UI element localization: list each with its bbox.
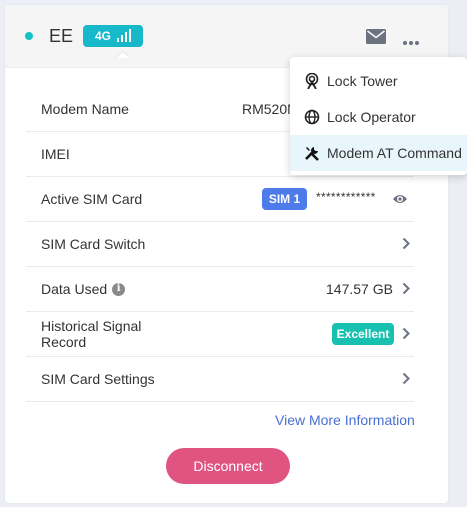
modem-name-label: Modem Name (41, 101, 129, 117)
menu-item-lock-operator[interactable]: Lock Operator (290, 99, 467, 135)
menu-item-label: Lock Operator (327, 109, 416, 125)
network-type-label: 4G (94, 29, 111, 43)
view-more-link[interactable]: View More Information (275, 412, 415, 428)
modem-name-value: RM520N (242, 101, 298, 117)
tower-icon (304, 72, 320, 90)
connection-status-dot (25, 32, 33, 40)
data-used-value: 147.57 GB (326, 281, 393, 297)
message-icon[interactable] (366, 29, 386, 49)
operator-name: EE (49, 26, 74, 46)
row-signal-record[interactable]: Historical Signal Record Excellent (26, 312, 414, 357)
signal-record-label: Historical Signal Record (41, 318, 142, 350)
masked-number: ************ (316, 190, 376, 204)
more-options-icon[interactable] (402, 33, 420, 51)
dropdown-arrow (117, 52, 129, 58)
data-used-label: Data Used i (41, 267, 126, 311)
sim-switch-label: SIM Card Switch (41, 236, 146, 252)
chevron-right-icon (402, 237, 410, 255)
row-active-sim: Active SIM Card SIM 1 ************ (26, 177, 414, 222)
globe-icon (304, 109, 320, 125)
more-options-menu: Lock Tower Lock Operator Modem AT Comman… (290, 57, 467, 175)
active-sim-label: Active SIM Card (41, 191, 143, 207)
sim-badge: SIM 1 (262, 188, 307, 210)
signal-quality-badge: Excellent (332, 323, 394, 345)
imei-label: IMEI (41, 146, 70, 162)
sim-settings-label: SIM Card Settings (41, 371, 155, 387)
info-icon[interactable]: i (112, 282, 126, 296)
signal-strength-icon (117, 29, 131, 42)
data-used-text: Data Used (41, 281, 108, 297)
eye-icon[interactable] (392, 192, 408, 210)
tools-icon (304, 145, 320, 161)
menu-item-label: Modem AT Command (327, 145, 462, 161)
row-sim-switch[interactable]: SIM Card Switch (26, 222, 414, 267)
network-type-badge: 4G (83, 25, 143, 47)
chevron-right-icon (402, 372, 410, 390)
menu-item-label: Lock Tower (327, 73, 398, 89)
row-data-used[interactable]: Data Used i 147.57 GB (26, 267, 414, 312)
row-sim-settings[interactable]: SIM Card Settings (26, 357, 414, 402)
menu-item-lock-tower[interactable]: Lock Tower (290, 63, 467, 99)
chevron-right-icon (402, 327, 410, 345)
disconnect-button[interactable]: Disconnect (166, 448, 290, 484)
menu-item-modem-at-command[interactable]: Modem AT Command (290, 135, 467, 171)
chevron-right-icon (402, 282, 410, 300)
